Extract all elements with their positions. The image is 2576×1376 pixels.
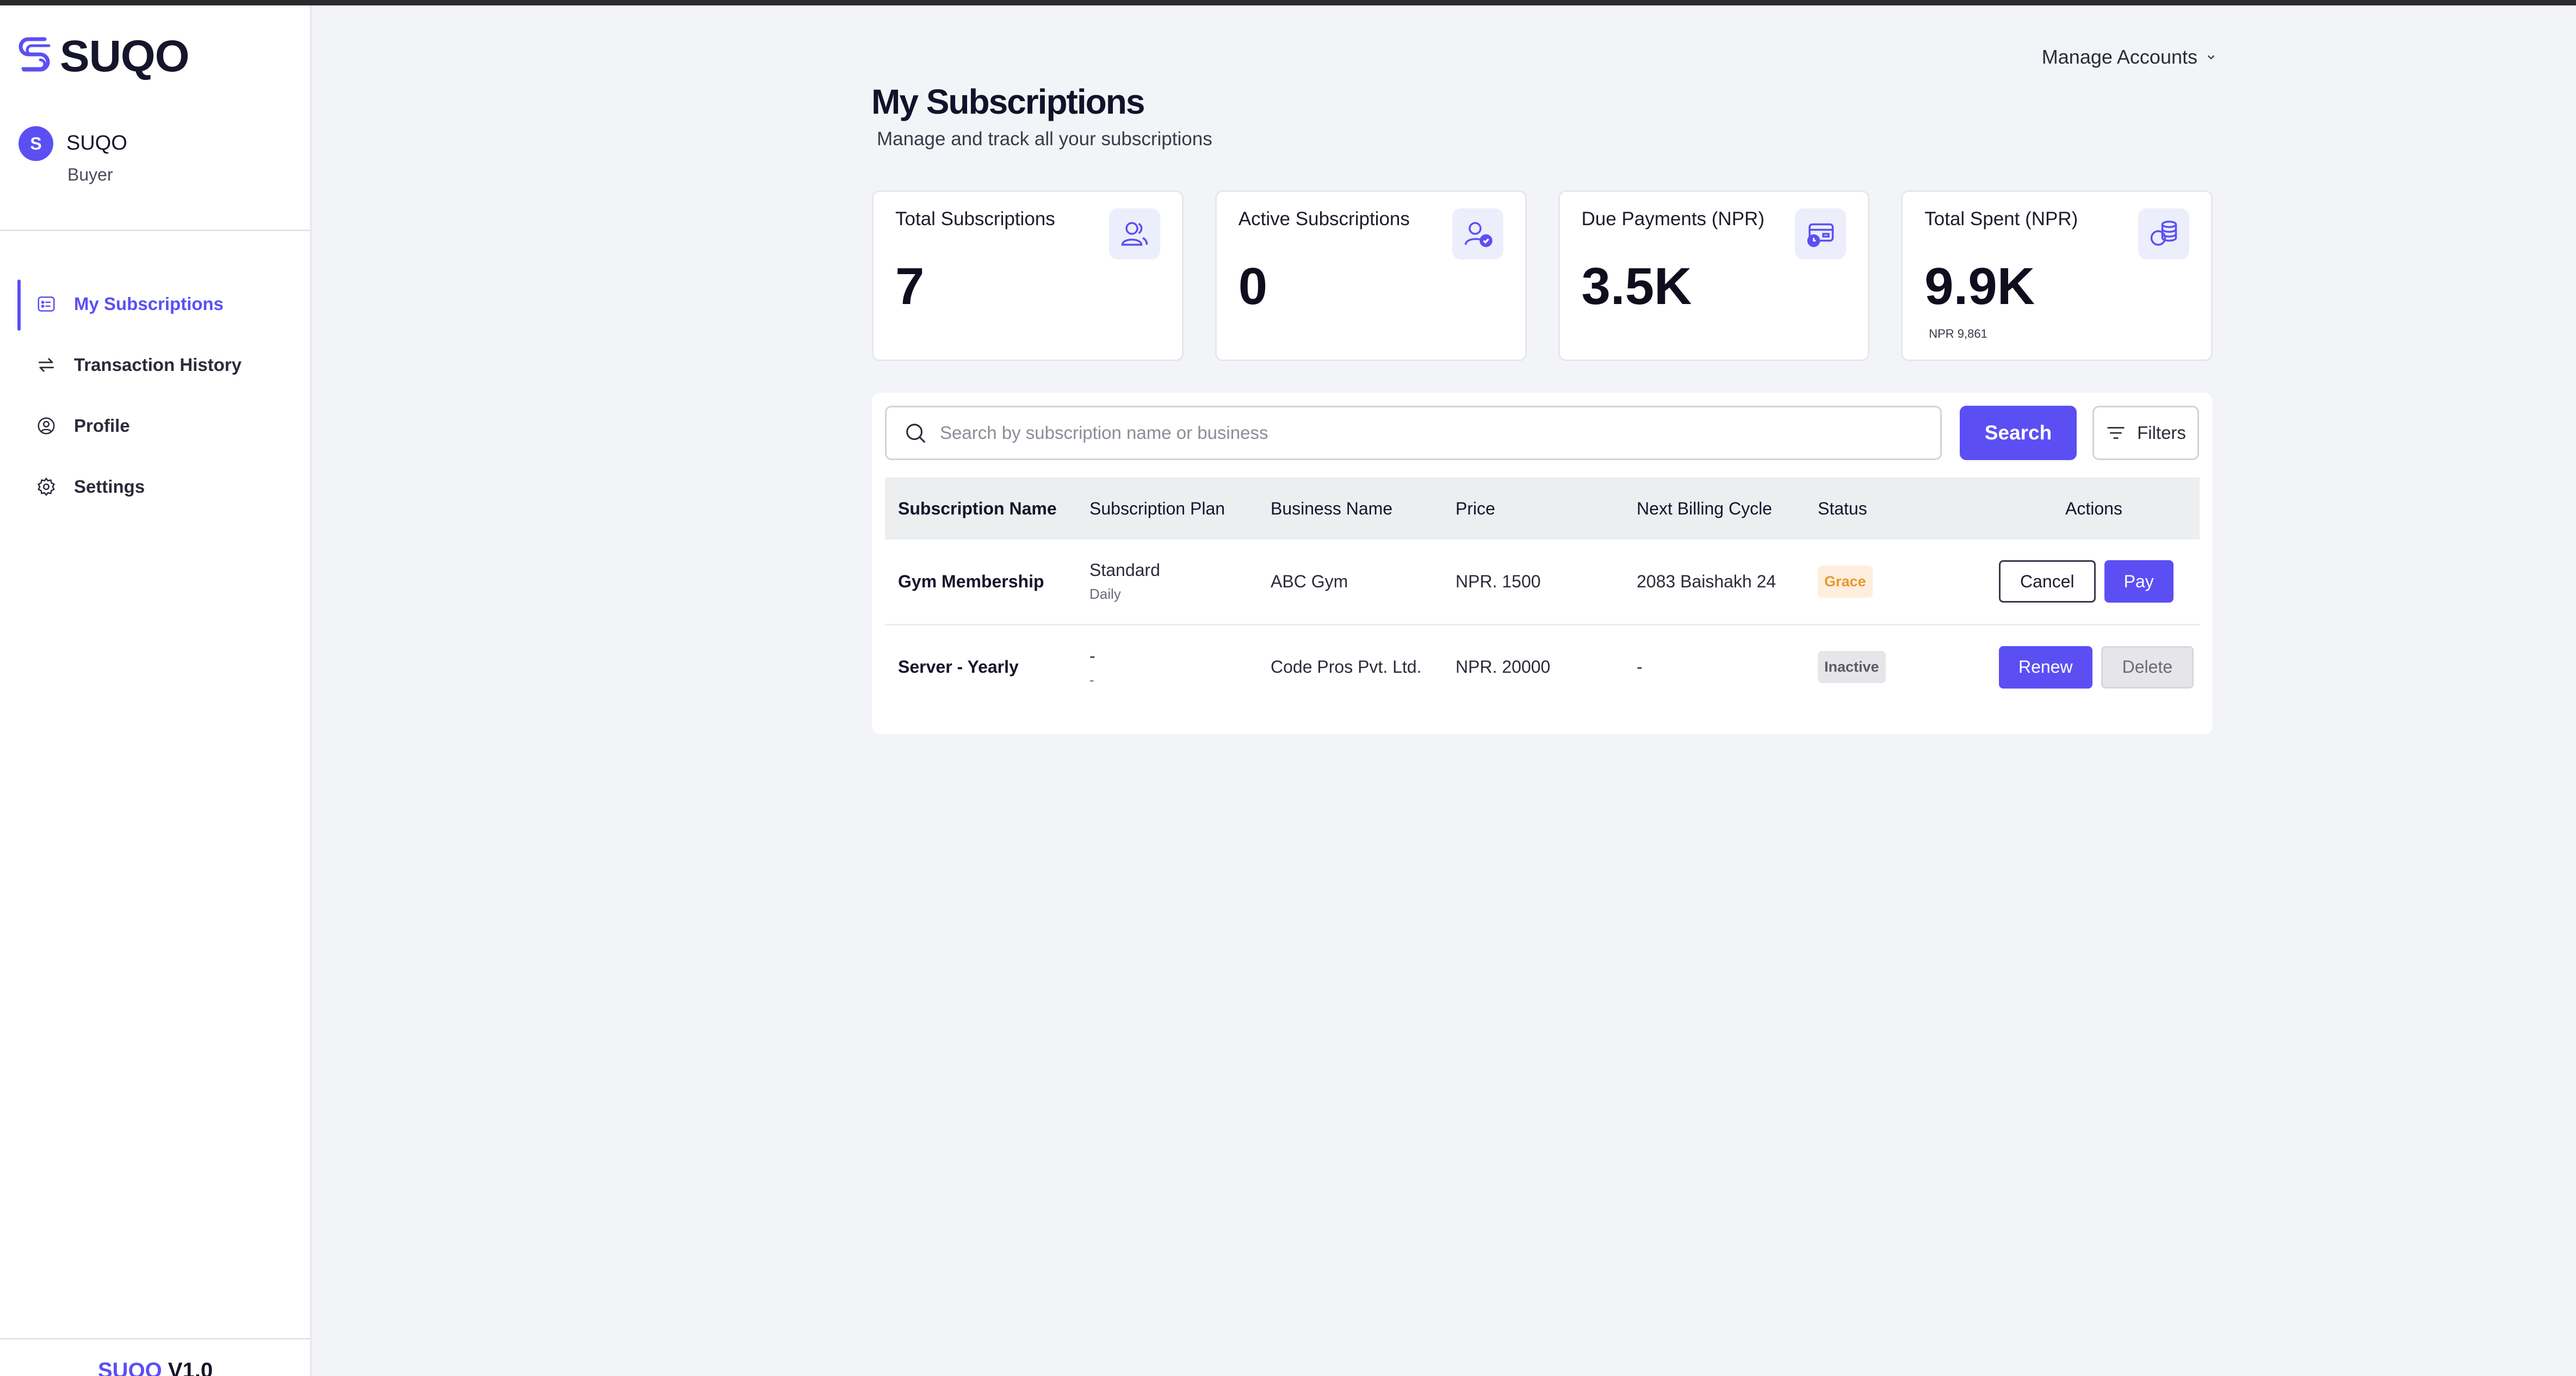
column-header[interactable]: Price bbox=[1442, 478, 1624, 540]
next-billing-cycle: - bbox=[1637, 657, 1643, 677]
avatar: S bbox=[18, 126, 53, 161]
subscription-plan: - - bbox=[1076, 624, 1258, 709]
manage-accounts-dropdown[interactable]: Manage Accounts bbox=[2042, 46, 2217, 69]
sidebar-bottom-divider bbox=[0, 1338, 310, 1340]
subscription-plan: Standard Daily bbox=[1076, 540, 1258, 624]
pay-button[interactable]: Pay bbox=[2104, 560, 2174, 603]
coins-icon bbox=[2150, 220, 2177, 246]
user-info: S SUQO Buyer bbox=[18, 126, 127, 185]
stat-cards: Total Subscriptions 7 Active Subscriptio… bbox=[872, 190, 2213, 361]
version-brand: SUQO bbox=[98, 1359, 162, 1376]
sidebar-divider bbox=[0, 230, 310, 231]
status-badge: Grace bbox=[1818, 565, 1873, 598]
sidebar-item-label: Profile bbox=[74, 416, 130, 436]
status-cell: Grace bbox=[1805, 540, 1986, 624]
plan-period: - bbox=[1089, 671, 1094, 688]
sidebar-item-transaction-history[interactable]: Transaction History bbox=[17, 338, 300, 392]
version-number: V1.0 bbox=[168, 1359, 213, 1376]
column-header[interactable]: Next Billing Cycle bbox=[1624, 478, 1805, 540]
subscriptions-panel: Search Filters Subscription Name Subscri… bbox=[872, 393, 2213, 734]
user-role: Buyer bbox=[67, 165, 113, 184]
actions-cell: Cancel Pay bbox=[1986, 540, 2200, 624]
app-version: SUQO V1.0 bbox=[98, 1359, 213, 1376]
manage-accounts-label: Manage Accounts bbox=[2041, 46, 2197, 68]
search-input[interactable] bbox=[940, 423, 1919, 443]
delete-button[interactable]: Delete bbox=[2101, 646, 2194, 689]
price: NPR. 20000 bbox=[1456, 657, 1551, 677]
search-box bbox=[885, 406, 1942, 460]
column-header[interactable]: Subscription Plan bbox=[1076, 478, 1258, 540]
card-clock-icon bbox=[1807, 223, 1834, 247]
sidebar-item-settings[interactable]: Settings bbox=[17, 460, 300, 513]
plan-period: Daily bbox=[1089, 586, 1121, 603]
page-title: My Subscriptions bbox=[871, 82, 1145, 121]
plan-name: - bbox=[1089, 646, 1095, 666]
stat-card-active-subscriptions: Active Subscriptions 0 bbox=[1215, 190, 1527, 361]
stat-icon-wrap bbox=[2138, 208, 2189, 259]
column-header[interactable]: Status bbox=[1805, 478, 1986, 540]
column-header[interactable]: Business Name bbox=[1258, 478, 1442, 540]
stat-value: 3.5K bbox=[1581, 257, 1692, 315]
logo[interactable]: SUQO bbox=[16, 32, 189, 82]
business-name: ABC Gym bbox=[1271, 571, 1348, 591]
stat-value: 9.9K bbox=[1924, 257, 2035, 315]
users-icon bbox=[1121, 222, 1148, 246]
next-billing-cycle: 2083 Baishakh 24 bbox=[1637, 571, 1776, 591]
stat-value: 7 bbox=[895, 257, 925, 315]
renew-button[interactable]: Renew bbox=[1999, 646, 2092, 689]
stat-card-due-payments: Due Payments (NPR) 3.5K bbox=[1558, 190, 1870, 361]
stat-card-total-spent: Total Spent (NPR) 9.9K NPR 9,861 bbox=[1901, 190, 2213, 361]
stat-icon-wrap bbox=[1452, 208, 1503, 259]
sidebar-item-label: My Subscriptions bbox=[74, 294, 224, 314]
table-header-row: Subscription Name Subscription Plan Busi… bbox=[885, 478, 2200, 540]
sidebar-item-label: Settings bbox=[74, 476, 145, 497]
price: NPR. 1500 bbox=[1456, 571, 1541, 591]
plan-name: Standard bbox=[1089, 560, 1160, 580]
page-subtitle: Manage and track all your subscriptions bbox=[877, 128, 1212, 150]
window-top-bar bbox=[0, 0, 2576, 5]
sidebar-item-label: Transaction History bbox=[74, 355, 242, 375]
stat-icon-wrap bbox=[1795, 208, 1847, 259]
table-row[interactable]: Server - Yearly - - Code Pros Pvt. Ltd. … bbox=[885, 624, 2200, 709]
subscription-name: Server - Yearly bbox=[898, 657, 1019, 677]
business-name: Code Pros Pvt. Ltd. bbox=[1271, 657, 1422, 677]
status-badge: Inactive bbox=[1818, 651, 1886, 684]
stat-note: NPR 9,861 bbox=[1929, 327, 1987, 340]
column-header: Actions bbox=[2065, 498, 2122, 518]
search-button[interactable]: Search bbox=[1960, 406, 2077, 460]
status-cell: Inactive bbox=[1805, 624, 1986, 709]
suqo-logo-icon bbox=[18, 37, 51, 72]
subscriptions-icon bbox=[38, 296, 55, 312]
user-circle-icon bbox=[38, 417, 55, 435]
sidebar-nav: My Subscriptions Transaction History Pro… bbox=[17, 277, 300, 521]
filter-icon bbox=[2107, 427, 2125, 439]
column-header[interactable]: Subscription Name bbox=[885, 478, 1076, 540]
table-row[interactable]: Gym Membership Standard Daily ABC Gym NP… bbox=[885, 540, 2200, 624]
filters-label: Filters bbox=[2137, 423, 2186, 443]
sidebar-item-profile[interactable]: Profile bbox=[17, 399, 300, 453]
user-name: SUQO bbox=[66, 132, 127, 154]
stat-icon-wrap bbox=[1109, 208, 1160, 259]
filters-button[interactable]: Filters bbox=[2092, 406, 2199, 460]
search-icon bbox=[906, 424, 926, 443]
stat-value: 0 bbox=[1238, 257, 1268, 315]
sidebar: SUQO S SUQO Buyer My Subscriptions Trans… bbox=[0, 5, 312, 1376]
chevron-down-icon bbox=[2207, 55, 2215, 60]
cancel-button[interactable]: Cancel bbox=[1999, 560, 2096, 603]
user-check-icon bbox=[1464, 222, 1493, 247]
actions-cell: Renew Delete bbox=[1986, 624, 2200, 709]
logo-text: SUQO bbox=[60, 32, 189, 81]
sidebar-item-my-subscriptions[interactable]: My Subscriptions bbox=[17, 277, 300, 331]
subscriptions-table: Subscription Name Subscription Plan Busi… bbox=[885, 478, 2200, 709]
stat-card-total-subscriptions: Total Subscriptions 7 bbox=[872, 190, 1184, 361]
swap-arrows-icon bbox=[38, 358, 54, 372]
gear-icon bbox=[38, 477, 55, 497]
subscription-name: Gym Membership bbox=[898, 571, 1044, 591]
